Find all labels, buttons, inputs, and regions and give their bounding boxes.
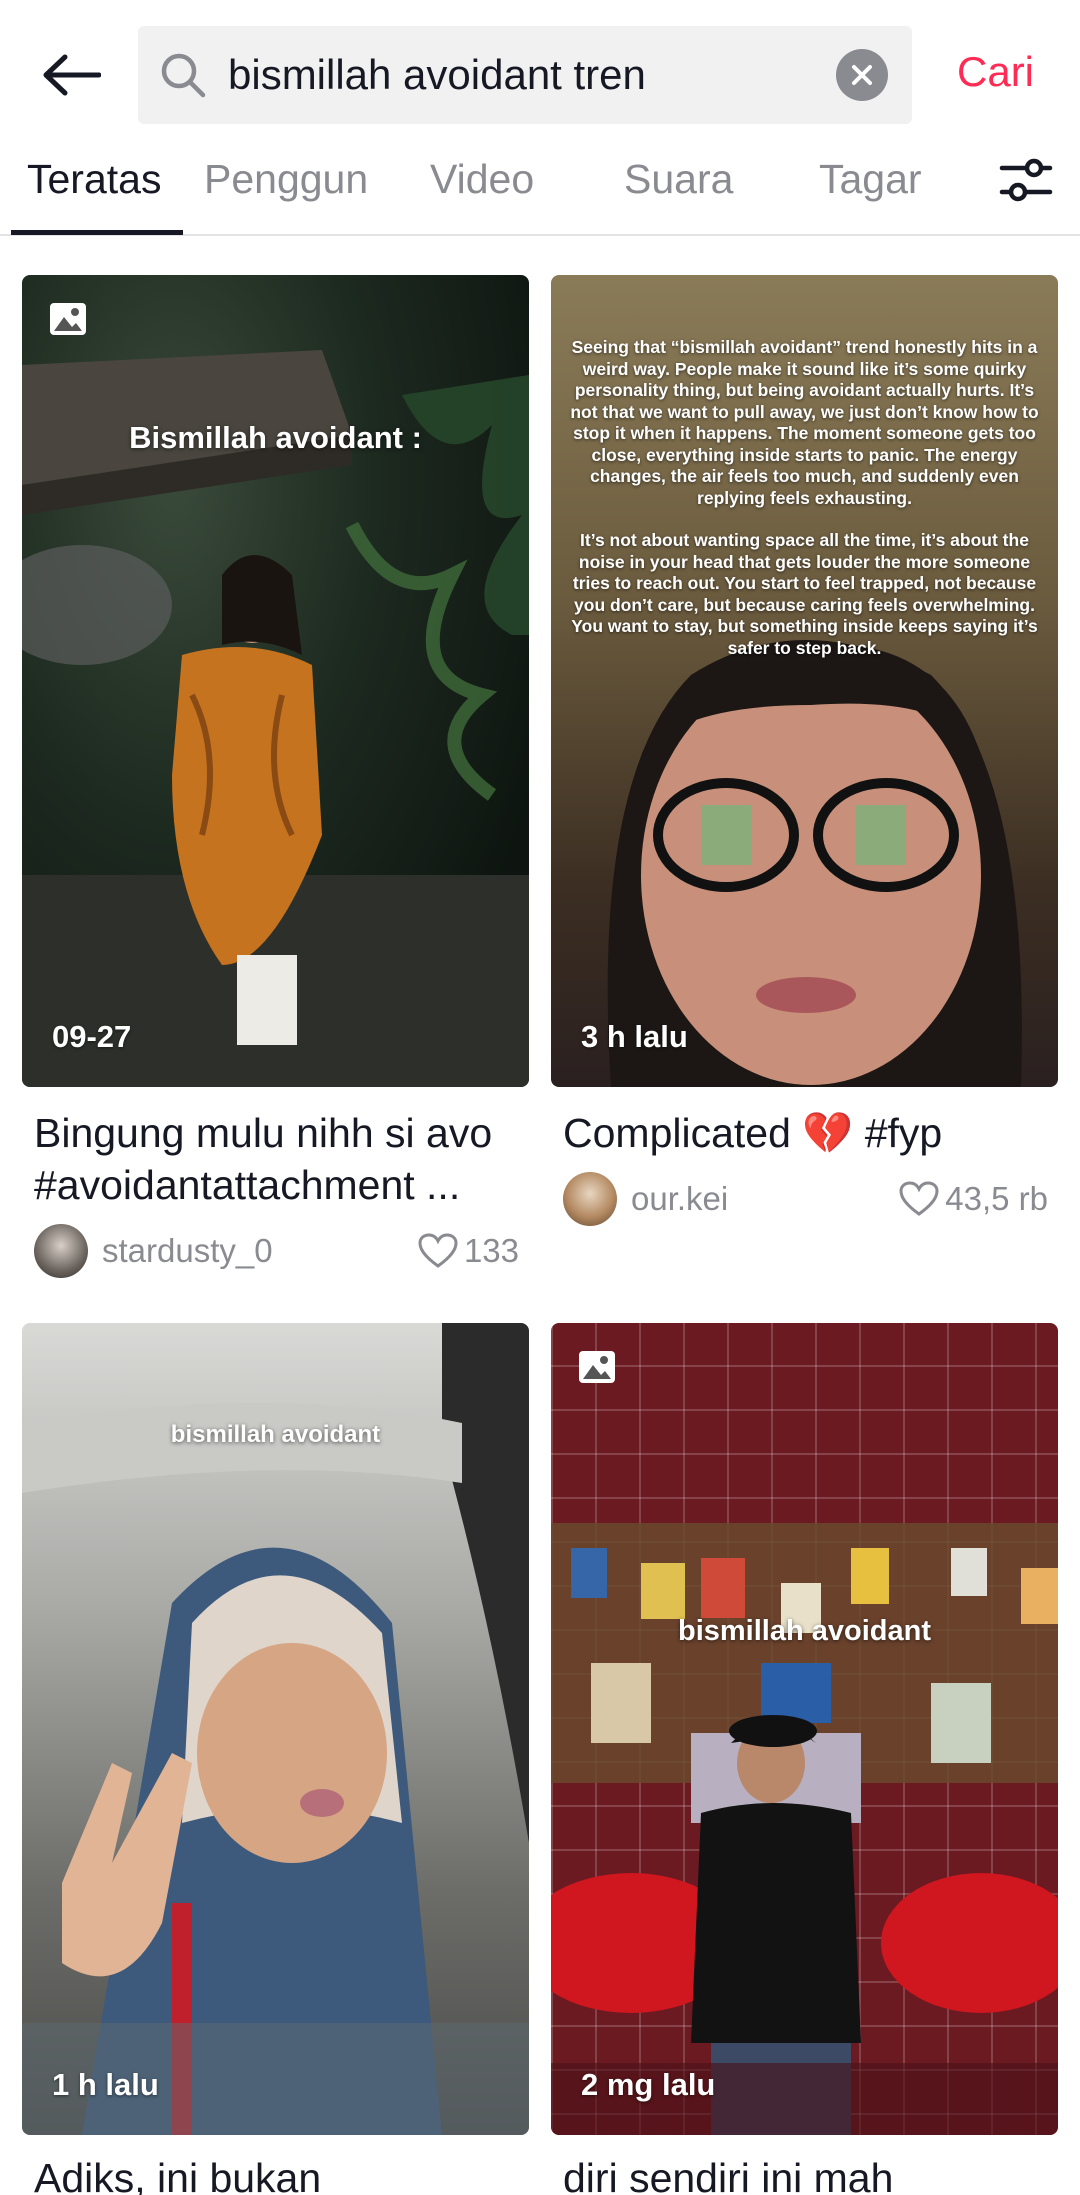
sliders-icon xyxy=(999,158,1053,202)
video-caption[interactable]: diri sendiri ini mah xyxy=(563,2155,893,2195)
video-meta: stardusty_0 133 xyxy=(34,1223,519,1279)
thumbnail-overlay-text: Seeing that “bismillah avoidant” trend h… xyxy=(569,337,1040,659)
video-caption[interactable]: Adiks, ini bukan xyxy=(34,2155,321,2195)
post-time: 1 h lalu xyxy=(52,2067,159,2102)
video-card[interactable]: Bismillah avoidant : 09-27 Bingung mulu … xyxy=(22,275,529,1278)
search-bar[interactable]: bismillah avoidant tren xyxy=(138,26,912,124)
overlay-paragraph: It’s not about wanting space all the tim… xyxy=(571,530,1038,658)
search-input[interactable]: bismillah avoidant tren xyxy=(228,51,836,99)
close-icon xyxy=(852,65,872,85)
thumbnail-scene xyxy=(22,350,529,1087)
heart-icon xyxy=(418,1233,458,1268)
video-thumbnail[interactable]: bismillah avoidant 1 h lalu xyxy=(22,1323,529,2135)
post-time: 2 mg lalu xyxy=(581,2067,716,2102)
video-thumbnail[interactable]: Seeing that “bismillah avoidant” trend h… xyxy=(551,275,1058,1087)
like-count: 43,5 rb xyxy=(899,1180,1048,1218)
video-card[interactable]: Seeing that “bismillah avoidant” trend h… xyxy=(551,275,1058,1275)
video-caption[interactable]: Bingung mulu nihh si avo #avoidantattach… xyxy=(34,1107,524,1211)
like-count: 133 xyxy=(418,1232,519,1270)
like-count-value: 43,5 rb xyxy=(945,1180,1048,1217)
tab-users[interactable]: Penggun xyxy=(204,156,368,203)
video-card[interactable]: bismillah avoidant 2 mg lalu xyxy=(551,1323,1058,2195)
post-time: 09-27 xyxy=(52,1019,132,1054)
caption-line: Bingung mulu nihh si avo xyxy=(34,1110,493,1156)
video-thumbnail[interactable]: bismillah avoidant 2 mg lalu xyxy=(551,1323,1058,2135)
tab-videos[interactable]: Video xyxy=(430,156,534,203)
clear-search-button[interactable] xyxy=(836,49,888,101)
image-icon xyxy=(50,303,86,335)
tab-top[interactable]: Teratas xyxy=(27,156,161,203)
thumbnail-overlay-text: bismillah avoidant xyxy=(170,1421,381,1448)
heart-icon xyxy=(899,1181,939,1216)
image-icon xyxy=(579,1351,615,1383)
username[interactable]: stardusty_0 xyxy=(102,1232,418,1270)
tab-hashtags[interactable]: Tagar xyxy=(819,156,922,203)
video-thumbnail[interactable]: Bismillah avoidant : 09-27 xyxy=(22,275,529,1087)
username[interactable]: our.kei xyxy=(631,1180,899,1218)
arrow-left-icon xyxy=(43,54,101,96)
caption-line: #avoidantattachment ... xyxy=(34,1162,461,1208)
video-meta: our.kei 43,5 rb xyxy=(563,1171,1048,1227)
thumbnail-overlay-text: Bismillah avoidant : xyxy=(129,420,422,455)
active-tab-indicator xyxy=(11,230,183,235)
result-tabs: Teratas Penggun Video Suara Tagar xyxy=(0,150,1080,236)
video-caption[interactable]: Complicated 💔 #fyp xyxy=(563,1107,1053,1159)
search-header: bismillah avoidant tren Cari xyxy=(0,0,1080,138)
like-count-value: 133 xyxy=(463,1232,519,1269)
search-submit-button[interactable]: Cari xyxy=(957,48,1034,96)
overlay-paragraph: Seeing that “bismillah avoidant” trend h… xyxy=(570,337,1039,508)
thumbnail-scene xyxy=(551,1523,1058,2135)
filter-button[interactable] xyxy=(996,150,1056,210)
search-icon xyxy=(158,50,208,100)
avatar[interactable] xyxy=(563,1172,617,1226)
thumbnail-overlay-text: bismillah avoidant xyxy=(678,1615,931,1647)
video-card[interactable]: bismillah avoidant 1 h lalu xyxy=(22,1323,529,2195)
tab-sounds[interactable]: Suara xyxy=(624,156,733,203)
back-button[interactable] xyxy=(36,40,106,110)
post-time: 3 h lalu xyxy=(581,1019,688,1054)
avatar[interactable] xyxy=(34,1224,88,1278)
